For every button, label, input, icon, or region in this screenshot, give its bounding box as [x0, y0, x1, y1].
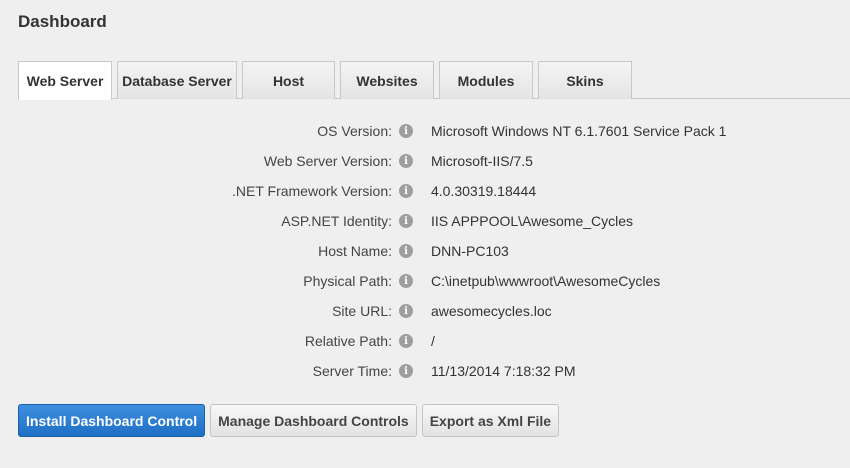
info-icon[interactable]: i [399, 214, 413, 228]
page-title: Dashboard [18, 12, 107, 31]
info-row-server-time: Server Time: i 11/13/2014 7:18:32 PM [0, 358, 850, 388]
info-label: Physical Path: [303, 273, 392, 289]
info-value: C:\inetpub\wwwroot\AwesomeCycles [431, 273, 661, 289]
info-row-relative-path: Relative Path: i / [0, 328, 850, 358]
tab-modules[interactable]: Modules [439, 61, 533, 99]
info-icon[interactable]: i [399, 304, 413, 318]
info-icon[interactable]: i [399, 184, 413, 198]
tab-database-server[interactable]: Database Server [117, 61, 237, 99]
info-value: IIS APPPOOL\Awesome_Cycles [431, 213, 634, 229]
info-value: 11/13/2014 7:18:32 PM [431, 363, 576, 379]
tab-web-server[interactable]: Web Server [18, 61, 112, 100]
info-label: .NET Framework Version: [231, 183, 392, 199]
info-row-aspnet-identity: ASP.NET Identity: i IIS APPPOOL\Awesome_… [0, 208, 850, 238]
info-label: OS Version: [317, 123, 392, 139]
info-row-site-url: Site URL: i awesomecycles.loc [0, 298, 850, 328]
info-icon[interactable]: i [399, 334, 413, 348]
tab-skins[interactable]: Skins [538, 61, 632, 99]
info-icon[interactable]: i [399, 154, 413, 168]
info-row-web-server-version: Web Server Version: i Microsoft-IIS/7.5 [0, 148, 850, 178]
manage-dashboard-controls-button[interactable]: Manage Dashboard Controls [210, 404, 417, 437]
tab-host[interactable]: Host [242, 61, 335, 99]
info-label: Web Server Version: [263, 153, 392, 169]
info-value: / [431, 333, 435, 349]
action-buttons: Install Dashboard Control Manage Dashboa… [18, 404, 560, 437]
server-info-table: OS Version: i Microsoft Windows NT 6.1.7… [0, 118, 850, 388]
info-label: Host Name: [318, 243, 392, 259]
info-label: Server Time: [312, 363, 392, 379]
install-dashboard-control-button[interactable]: Install Dashboard Control [18, 404, 206, 437]
info-label: ASP.NET Identity: [281, 213, 392, 229]
info-row-physical-path: Physical Path: i C:\inetpub\wwwroot\Awes… [0, 268, 850, 298]
info-label: Relative Path: [304, 333, 392, 349]
info-row-os-version: OS Version: i Microsoft Windows NT 6.1.7… [0, 118, 850, 148]
info-icon[interactable]: i [399, 244, 413, 258]
tab-bar: Web Server Database Server Host Websites… [18, 61, 850, 100]
info-row-net-framework-version: .NET Framework Version: i 4.0.30319.1844… [0, 178, 850, 208]
info-icon[interactable]: i [399, 124, 413, 138]
info-value: 4.0.30319.18444 [431, 183, 537, 199]
info-icon[interactable]: i [399, 364, 413, 378]
info-value: Microsoft-IIS/7.5 [431, 153, 533, 169]
info-value: DNN-PC103 [431, 243, 509, 259]
info-label: Site URL: [332, 303, 392, 319]
info-row-host-name: Host Name: i DNN-PC103 [0, 238, 850, 268]
info-value: Microsoft Windows NT 6.1.7601 Service Pa… [431, 123, 727, 139]
export-xml-button[interactable]: Export as Xml File [421, 404, 560, 437]
tab-websites[interactable]: Websites [340, 61, 434, 99]
info-value: awesomecycles.loc [431, 303, 552, 319]
info-icon[interactable]: i [399, 274, 413, 288]
